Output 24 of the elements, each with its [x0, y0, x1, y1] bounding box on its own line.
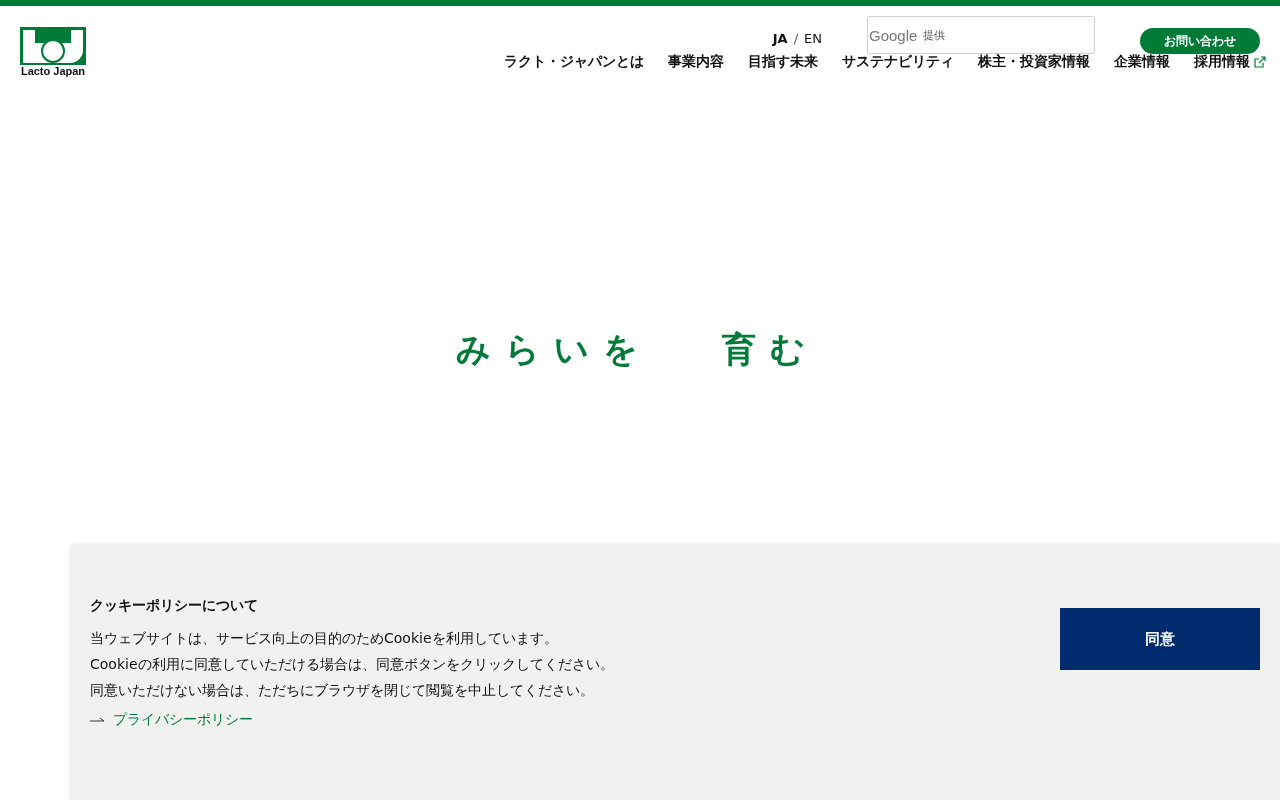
provider-note: 提供 — [923, 27, 946, 43]
cookie-title: クッキーポリシーについて — [90, 597, 259, 615]
nav-link[interactable]: 企業情報 — [1114, 53, 1170, 71]
search-field[interactable]: Google 提供 — [867, 16, 1095, 54]
nav-link[interactable]: 事業内容 — [668, 53, 724, 71]
nav-link[interactable]: 株主・投資家情報 — [978, 53, 1090, 71]
privacy-policy-link[interactable]: プライバシーポリシー — [113, 711, 253, 729]
language-link[interactable]: EN — [804, 31, 822, 46]
nav-link[interactable]: サステナビリティ — [842, 53, 954, 71]
cookie-text: 同意いただけない場合は、ただちにブラウザを閉じて閲覧を中止してください。 — [90, 681, 595, 700]
nav-link[interactable]: ラクト・ジャパンとは — [504, 53, 644, 71]
cookie-text: 当ウェブサイトは、サービス向上の目的のためCookieを利用しています。 — [90, 629, 559, 648]
logo-icon — [20, 27, 86, 65]
nav-link[interactable]: 目指す未来 — [748, 53, 818, 71]
contact-button[interactable]: お問い合わせ — [1140, 28, 1260, 54]
language-separator: / — [793, 31, 799, 46]
logo-text: Lacto Japan — [20, 65, 86, 77]
cookie-text: Cookieの利用に同意していただける場合は、同意ボタンをクリックしてください。 — [90, 655, 614, 674]
agree-button[interactable]: 同意 — [1060, 608, 1260, 670]
hero-heading: 育む — [722, 328, 819, 371]
language-link[interactable]: JA — [772, 31, 788, 46]
nav-link[interactable]: 採用情報 — [1194, 53, 1266, 71]
hero-heading: みらいを — [456, 328, 652, 371]
google-label: Google — [869, 26, 918, 44]
